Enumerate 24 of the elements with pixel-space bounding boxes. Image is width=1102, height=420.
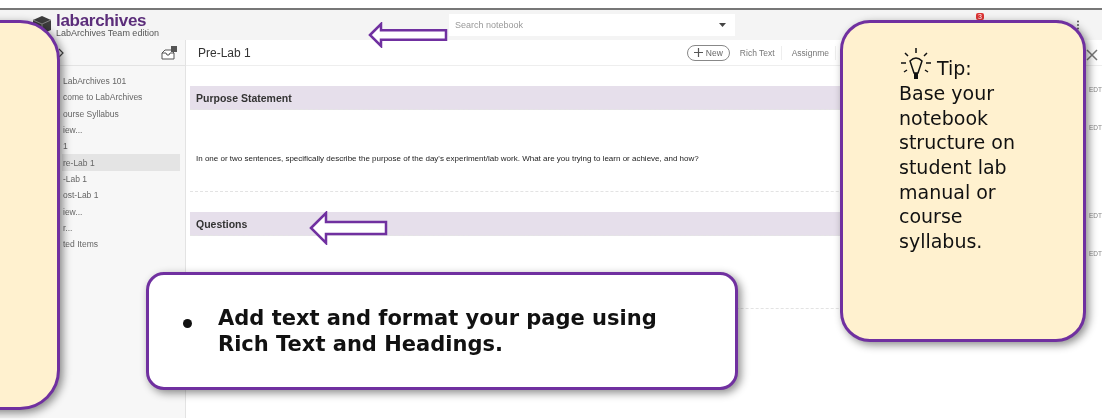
page-title: Pre-Lab 1 bbox=[198, 45, 251, 60]
bullet-icon bbox=[183, 319, 192, 328]
tip-title: Tip: bbox=[937, 56, 972, 81]
arrow-icon bbox=[309, 211, 388, 245]
sidebar-item[interactable]: r... bbox=[62, 219, 180, 236]
sidebar-item[interactable]: LabArchives 101 bbox=[62, 73, 180, 90]
edition-label: LabArchives Team edition bbox=[56, 29, 159, 38]
sidebar-item[interactable]: ourse Syllabus bbox=[62, 105, 180, 122]
brand-name: labarchives bbox=[56, 12, 147, 29]
sidebar-item[interactable]: -Lab 1 bbox=[62, 170, 180, 188]
kebab-menu-icon[interactable] bbox=[1076, 20, 1080, 30]
new-button[interactable]: New bbox=[686, 44, 730, 61]
inbox-icon[interactable] bbox=[161, 45, 177, 60]
sidebar-item[interactable]: come to LabArchives bbox=[62, 89, 180, 106]
lightbulb-icon bbox=[899, 47, 933, 81]
sidebar-item[interactable]: ted Items bbox=[62, 235, 180, 253]
plus-icon bbox=[693, 48, 703, 57]
sidebar-item[interactable]: 1 bbox=[62, 138, 180, 155]
search-field[interactable]: Search notebook bbox=[449, 14, 735, 36]
sidebar-item[interactable]: re-Lab 1 bbox=[62, 154, 180, 171]
sidebar-item[interactable]: iew... bbox=[62, 121, 180, 139]
sidebar-item[interactable]: ost-Lab 1 bbox=[62, 187, 180, 204]
sidebar-item[interactable]: iew... bbox=[62, 203, 180, 220]
instruction-text: Add text and format your page using Rich Text and Headings. bbox=[218, 304, 658, 358]
